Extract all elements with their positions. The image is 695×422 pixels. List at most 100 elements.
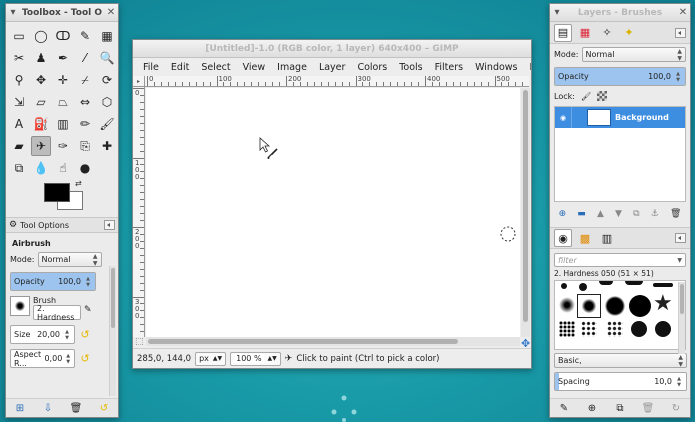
- layer-mode-combo[interactable]: Normal ▲ ▼: [581, 47, 686, 62]
- menu-edit[interactable]: Edit: [165, 62, 195, 73]
- dock-menu-icon[interactable]: [104, 220, 115, 230]
- measure-icon[interactable]: ⚲: [9, 70, 29, 90]
- layer-chain-icon[interactable]: [571, 107, 587, 128]
- brush-item[interactable]: [607, 321, 623, 337]
- ruler-corner-icon[interactable]: ▸: [133, 76, 145, 87]
- opacity-spin-icon[interactable]: ▲ ▼: [84, 276, 92, 288]
- spacing-slider[interactable]: Spacing 10,0 ▲ ▼: [554, 372, 687, 391]
- brush-name-field[interactable]: 2. Hardness: [33, 304, 81, 322]
- text-icon[interactable]: A: [9, 114, 29, 134]
- brush-item[interactable]: [629, 295, 651, 317]
- layers-dock-menu-icon[interactable]: [675, 27, 686, 38]
- blend-icon[interactable]: ▥: [53, 114, 73, 134]
- restore-options-icon[interactable]: ⇩: [41, 403, 55, 414]
- brush-grid-scroll-thumb[interactable]: [680, 284, 684, 314]
- aspect-ratio-slider[interactable]: Aspect R... 0,00 ▲ ▼: [10, 349, 75, 368]
- lock-alpha-icon[interactable]: [597, 91, 608, 101]
- save-options-icon[interactable]: ⊞: [13, 403, 27, 414]
- patterns-tab-icon[interactable]: ▩: [576, 229, 594, 247]
- foreground-color-swatch[interactable]: [44, 183, 70, 202]
- aspect-reset-icon[interactable]: ↺: [78, 352, 92, 366]
- refresh-brushes-icon[interactable]: ↻: [669, 403, 683, 414]
- vertical-scrollbar[interactable]: [521, 88, 530, 337]
- menu-filters[interactable]: Filters: [429, 62, 469, 73]
- menu-file[interactable]: File: [137, 62, 165, 73]
- undo-history-tab-icon[interactable]: ✦: [620, 24, 638, 42]
- fuzzy-select-icon[interactable]: ✎: [75, 26, 95, 46]
- free-select-icon[interactable]: ↀ: [53, 26, 73, 46]
- brush-item[interactable]: [655, 321, 671, 337]
- paths-icon[interactable]: ✒: [53, 48, 73, 68]
- aspect-spin-icon[interactable]: ▲ ▼: [65, 353, 71, 365]
- tool-options-scrollbar[interactable]: [109, 266, 116, 396]
- airbrush-icon[interactable]: ✈: [31, 136, 51, 156]
- menu-windows[interactable]: Windows: [469, 62, 523, 73]
- eraser-icon[interactable]: ▰: [9, 136, 29, 156]
- menu-view[interactable]: View: [237, 62, 272, 73]
- maximize-icon[interactable]: ✕: [104, 6, 118, 20]
- zoom-icon[interactable]: 🔍: [97, 48, 117, 68]
- star-brush-icon[interactable]: ★: [653, 293, 673, 315]
- window-menu-icon[interactable]: ▾: [6, 6, 20, 20]
- menu-image[interactable]: Image: [271, 62, 313, 73]
- size-reset-icon[interactable]: ↺: [78, 328, 92, 342]
- lock-pixels-icon[interactable]: 🖌: [581, 92, 591, 101]
- dodge-burn-icon[interactable]: ●: [75, 158, 95, 178]
- brush-item[interactable]: [599, 281, 613, 285]
- brushes-dock-menu-icon[interactable]: [675, 233, 686, 243]
- scissors-icon[interactable]: ✂: [9, 48, 29, 68]
- rect-select-icon[interactable]: ▭: [9, 26, 29, 46]
- heal-icon[interactable]: ✚: [97, 136, 117, 156]
- horizontal-scroll-thumb[interactable]: [148, 339, 458, 344]
- shear-icon[interactable]: ▱: [31, 92, 51, 112]
- horizontal-ruler[interactable]: 0 100 200 300 400 500: [145, 76, 529, 87]
- brush-item[interactable]: [631, 321, 647, 337]
- edit-brush-icon[interactable]: ✎: [84, 305, 92, 315]
- ellipse-select-icon[interactable]: ◯: [31, 26, 51, 46]
- delete-brush-icon[interactable]: 🗑: [641, 403, 655, 414]
- align-icon[interactable]: ✛: [53, 70, 73, 90]
- image-canvas[interactable]: [146, 88, 520, 337]
- unit-selector[interactable]: px ▲▼: [195, 351, 227, 366]
- blur-icon[interactable]: 💧: [31, 158, 51, 178]
- layer-opacity-spin-icon[interactable]: ▲ ▼: [674, 71, 682, 83]
- lower-layer-icon[interactable]: ▼: [615, 209, 622, 219]
- paintbrush-icon[interactable]: 🖌: [97, 114, 117, 134]
- quick-mask-icon[interactable]: ⬚: [135, 337, 144, 347]
- color-picker-icon[interactable]: ⁄: [75, 48, 95, 68]
- foreground-select-icon[interactable]: ♟: [31, 48, 51, 68]
- duplicate-layer-icon[interactable]: ⧉: [633, 209, 639, 219]
- perspective-icon[interactable]: ⏢: [53, 92, 73, 112]
- window-menu-icon[interactable]: ▾: [550, 6, 564, 20]
- brushes-tab-icon[interactable]: ◉: [554, 229, 572, 247]
- visibility-eye-icon[interactable]: ◉: [555, 114, 571, 122]
- paths-tab-icon[interactable]: ✧: [598, 24, 616, 42]
- tool-options-scroll-thumb[interactable]: [111, 268, 115, 328]
- vertical-scroll-thumb[interactable]: [523, 90, 528, 322]
- smudge-icon[interactable]: ☝: [53, 158, 73, 178]
- new-layer-group-icon[interactable]: ▬: [577, 209, 586, 219]
- vertical-ruler[interactable]: 0 100 200 300: [133, 87, 145, 337]
- menu-colors[interactable]: Colors: [351, 62, 393, 73]
- crop-icon[interactable]: ⌿: [75, 70, 95, 90]
- move-icon[interactable]: ✥: [31, 70, 51, 90]
- horizontal-scrollbar[interactable]: [146, 337, 520, 346]
- bucket-fill-icon[interactable]: ⛽: [31, 114, 51, 134]
- new-layer-icon[interactable]: ⊕: [559, 209, 567, 219]
- channels-tab-icon[interactable]: ▦: [576, 24, 594, 42]
- by-color-select-icon[interactable]: ▦: [97, 26, 117, 46]
- brush-item[interactable]: [625, 281, 643, 285]
- layer-name[interactable]: Background: [615, 113, 669, 122]
- brush-preview[interactable]: [10, 296, 30, 316]
- swap-colors-icon[interactable]: ⇄: [75, 179, 82, 188]
- brush-item[interactable]: [581, 321, 597, 337]
- spacing-spin-icon[interactable]: ▲ ▼: [675, 376, 683, 388]
- gradients-tab-icon[interactable]: ▥: [598, 229, 616, 247]
- menu-select[interactable]: Select: [195, 62, 236, 73]
- brush-grid[interactable]: ★: [554, 280, 686, 350]
- brush-grid-scrollbar[interactable]: [678, 282, 685, 354]
- tool-options-tab[interactable]: ⚙ Tool Options: [6, 217, 118, 233]
- brush-filter-input[interactable]: filter ▼: [554, 253, 686, 267]
- layers-titlebar[interactable]: ▾ Layers - Brushes ✕: [550, 4, 690, 22]
- anchor-layer-icon[interactable]: ⚓: [651, 209, 659, 219]
